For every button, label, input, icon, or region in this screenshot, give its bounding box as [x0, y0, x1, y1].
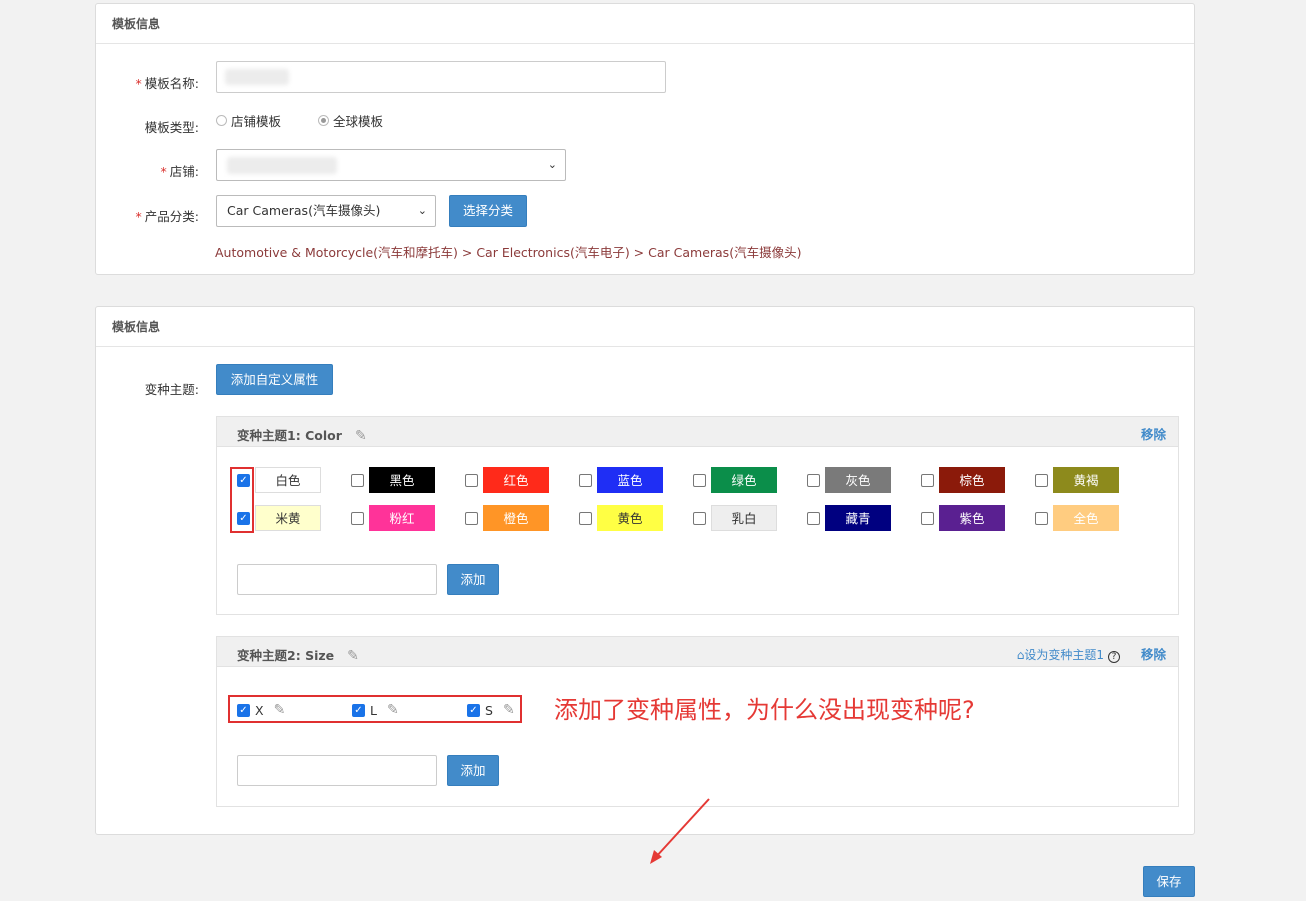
color-checkbox[interactable]: [1035, 473, 1048, 487]
color-option[interactable]: 乳白: [693, 505, 777, 531]
color-option[interactable]: 黑色: [351, 467, 435, 493]
color-checkbox[interactable]: [351, 511, 364, 525]
color-option[interactable]: 棕色: [921, 467, 1005, 493]
color-checkbox[interactable]: [807, 473, 820, 487]
color-checkbox[interactable]: [579, 473, 592, 487]
color-option[interactable]: 黄褐: [1035, 467, 1119, 493]
color-swatch: 粉红: [369, 505, 435, 531]
color-option[interactable]: 黄色: [579, 505, 663, 531]
color-swatch: 全色: [1053, 505, 1119, 531]
global-template-radio[interactable]: 全球模板: [318, 111, 383, 130]
store-label: * 店铺:: [160, 164, 199, 179]
annotation-text: 添加了变种属性，为什么没出现变种呢?: [554, 696, 975, 724]
color-swatch: 黑色: [369, 467, 435, 493]
highlight-box: [230, 467, 254, 533]
panel-title: 模板信息: [96, 4, 1194, 44]
set-as-theme-1-link[interactable]: ⌂设为变种主题1?: [1017, 646, 1120, 663]
variant-theme-2-header: 变种主题2: Size ✎ ⌂设为变种主题1? 移除: [217, 637, 1178, 667]
remove-theme-2-link[interactable]: 移除: [1141, 644, 1166, 663]
color-option[interactable]: 藏青: [807, 505, 891, 531]
choose-category-button[interactable]: 选择分类: [449, 195, 527, 227]
chevron-down-icon: ⌄: [547, 158, 557, 171]
color-swatch: 棕色: [939, 467, 1005, 493]
color-swatch: 黄色: [597, 505, 663, 531]
color-option[interactable]: 绿色: [693, 467, 777, 493]
category-breadcrumb: Automotive & Motorcycle(汽车和摩托车) > Car El…: [215, 245, 802, 260]
color-option[interactable]: 粉红: [351, 505, 435, 531]
color-swatch: 红色: [483, 467, 549, 493]
color-swatch: 米黄: [255, 505, 321, 531]
store-template-radio[interactable]: 店铺模板: [216, 111, 281, 130]
highlight-box: [228, 695, 522, 723]
color-swatch: 藏青: [825, 505, 891, 531]
save-button[interactable]: 保存: [1143, 866, 1195, 897]
variant-theme-2-title: 变种主题2: Size ✎: [237, 648, 359, 664]
add-custom-attribute-button[interactable]: 添加自定义属性: [216, 364, 333, 395]
add-color-button[interactable]: 添加: [447, 564, 499, 595]
color-checkbox[interactable]: [465, 511, 478, 525]
variant-theme-1-title: 变种主题1: Color ✎: [237, 428, 367, 444]
radio-dot: [318, 115, 329, 126]
category-select[interactable]: Car Cameras(汽车摄像头) ⌄: [216, 195, 436, 227]
color-swatch: 橙色: [483, 505, 549, 531]
template-info-panel: 模板信息: [95, 3, 1195, 275]
panel-title: 模板信息: [96, 307, 1194, 347]
color-option[interactable]: 红色: [465, 467, 549, 493]
custom-color-input[interactable]: [237, 564, 437, 595]
color-option[interactable]: 灰色: [807, 467, 891, 493]
color-checkbox[interactable]: [351, 473, 364, 487]
template-name-label: * 模板名称:: [135, 76, 199, 91]
help-icon[interactable]: ?: [1108, 651, 1120, 663]
color-checkbox[interactable]: [693, 473, 706, 487]
add-size-button[interactable]: 添加: [447, 755, 499, 786]
chevron-down-icon: ⌄: [417, 204, 427, 217]
color-option[interactable]: 紫色: [921, 505, 1005, 531]
color-swatch: 蓝色: [597, 467, 663, 493]
color-checkbox[interactable]: [807, 511, 820, 525]
color-swatch: 白色: [255, 467, 321, 493]
color-checkbox[interactable]: [921, 473, 934, 487]
template-name-input[interactable]: [216, 61, 666, 93]
color-checkbox[interactable]: [921, 511, 934, 525]
color-swatch: 灰色: [825, 467, 891, 493]
template-type-label: 模板类型:: [144, 120, 199, 135]
color-swatch: 紫色: [939, 505, 1005, 531]
color-checkbox[interactable]: [1035, 511, 1048, 525]
color-option[interactable]: 蓝色: [579, 467, 663, 493]
color-checkbox[interactable]: [693, 511, 706, 525]
color-swatch: 乳白: [711, 505, 777, 531]
radio-dot: [216, 115, 227, 126]
color-swatch: 黄褐: [1053, 467, 1119, 493]
color-option[interactable]: 橙色: [465, 505, 549, 531]
color-checkbox[interactable]: [465, 473, 478, 487]
pencil-icon[interactable]: ✎: [355, 428, 367, 444]
pencil-icon[interactable]: ✎: [347, 648, 359, 664]
variant-theme-label: 变种主题:: [144, 382, 199, 397]
color-option[interactable]: 全色: [1035, 505, 1119, 531]
remove-theme-1-link[interactable]: 移除: [1141, 424, 1166, 443]
color-checkbox[interactable]: [579, 511, 592, 525]
color-swatch: 绿色: [711, 467, 777, 493]
custom-size-input[interactable]: [237, 755, 437, 786]
store-select[interactable]: ⌄: [216, 149, 566, 181]
variant-theme-1-header: 变种主题1: Color ✎ 移除: [217, 417, 1178, 447]
category-label: * 产品分类:: [135, 209, 199, 224]
